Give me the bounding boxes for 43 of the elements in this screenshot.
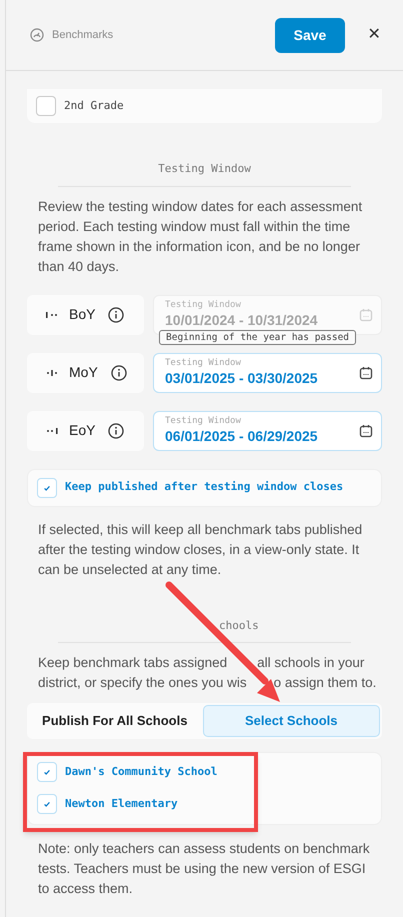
calendar-icon[interactable] [359, 424, 373, 438]
check-icon [43, 484, 51, 492]
field-value: 03/01/2025 - 03/30/2025 [165, 369, 319, 387]
description-text: Review the testing window dates for each assessment period. Each testing window must fall within the time frame shown in the information icon, and be no longer than 40 days. [37, 198, 364, 276]
info-icon[interactable] [108, 306, 124, 322]
field-value: 06/01/2025 - 06/29/2025 [165, 427, 319, 445]
field-value: 10/01/2024 - 10/31/2024 [165, 311, 319, 329]
note-text: Note: only teachers can assess students on benchmark tests. Teachers must be using the new version of ESGI to access them. [37, 840, 371, 898]
description-text: all schools in your [257, 654, 364, 672]
period-label: EoY [69, 421, 96, 440]
segment-tab[interactable]: Select Schools [202, 705, 380, 737]
tooltip: Beginning of the year has passed [159, 330, 356, 344]
description-text: o assign them to. [274, 674, 376, 692]
description-text: If selected, this will keep all benchmark tabs published after the testing window closes, in a view-only state. It can be unselected at any time. [37, 520, 364, 579]
period-label: MoY [69, 363, 98, 382]
section-heading: Testing Window [157, 161, 252, 177]
checkbox-label[interactable]: Keep published after testing window closes [65, 479, 344, 496]
calendar-icon[interactable] [359, 366, 373, 380]
section-heading: chools [219, 618, 259, 634]
gauge-icon [30, 28, 44, 42]
grade-label: 2nd Grade [64, 98, 124, 114]
checkbox[interactable] [37, 794, 57, 814]
checkbox[interactable] [37, 478, 57, 498]
checkbox-label[interactable]: Dawn's Community School [65, 764, 218, 780]
checkbox-label[interactable]: Newton Elementary [65, 796, 178, 812]
field-label: Testing Window [165, 358, 242, 369]
description-text: Keep benchmark tabs assigned [38, 654, 228, 672]
period-label: BoY [69, 305, 96, 324]
save-button[interactable]: Save [275, 18, 345, 52]
segment-tab[interactable]: Publish For All Schools [27, 705, 202, 737]
date-range-field[interactable]: Testing Window 03/01/2025 - 03/30/2025 [153, 352, 382, 392]
checkbox[interactable] [37, 762, 57, 782]
info-icon[interactable] [110, 364, 127, 380]
field-label: Testing Window [165, 300, 242, 311]
description-text: district, or specify the ones you wis [38, 674, 247, 692]
date-range-field[interactable]: Testing Window 06/01/2025 - 06/29/2025 [153, 410, 382, 450]
info-icon[interactable] [108, 422, 124, 438]
checkbox[interactable] [36, 96, 56, 116]
check-icon [43, 768, 51, 776]
close-button[interactable]: ✕ [365, 27, 383, 43]
panel-title: Benchmarks [52, 28, 114, 43]
field-label: Testing Window [165, 416, 242, 427]
check-icon [43, 800, 51, 808]
